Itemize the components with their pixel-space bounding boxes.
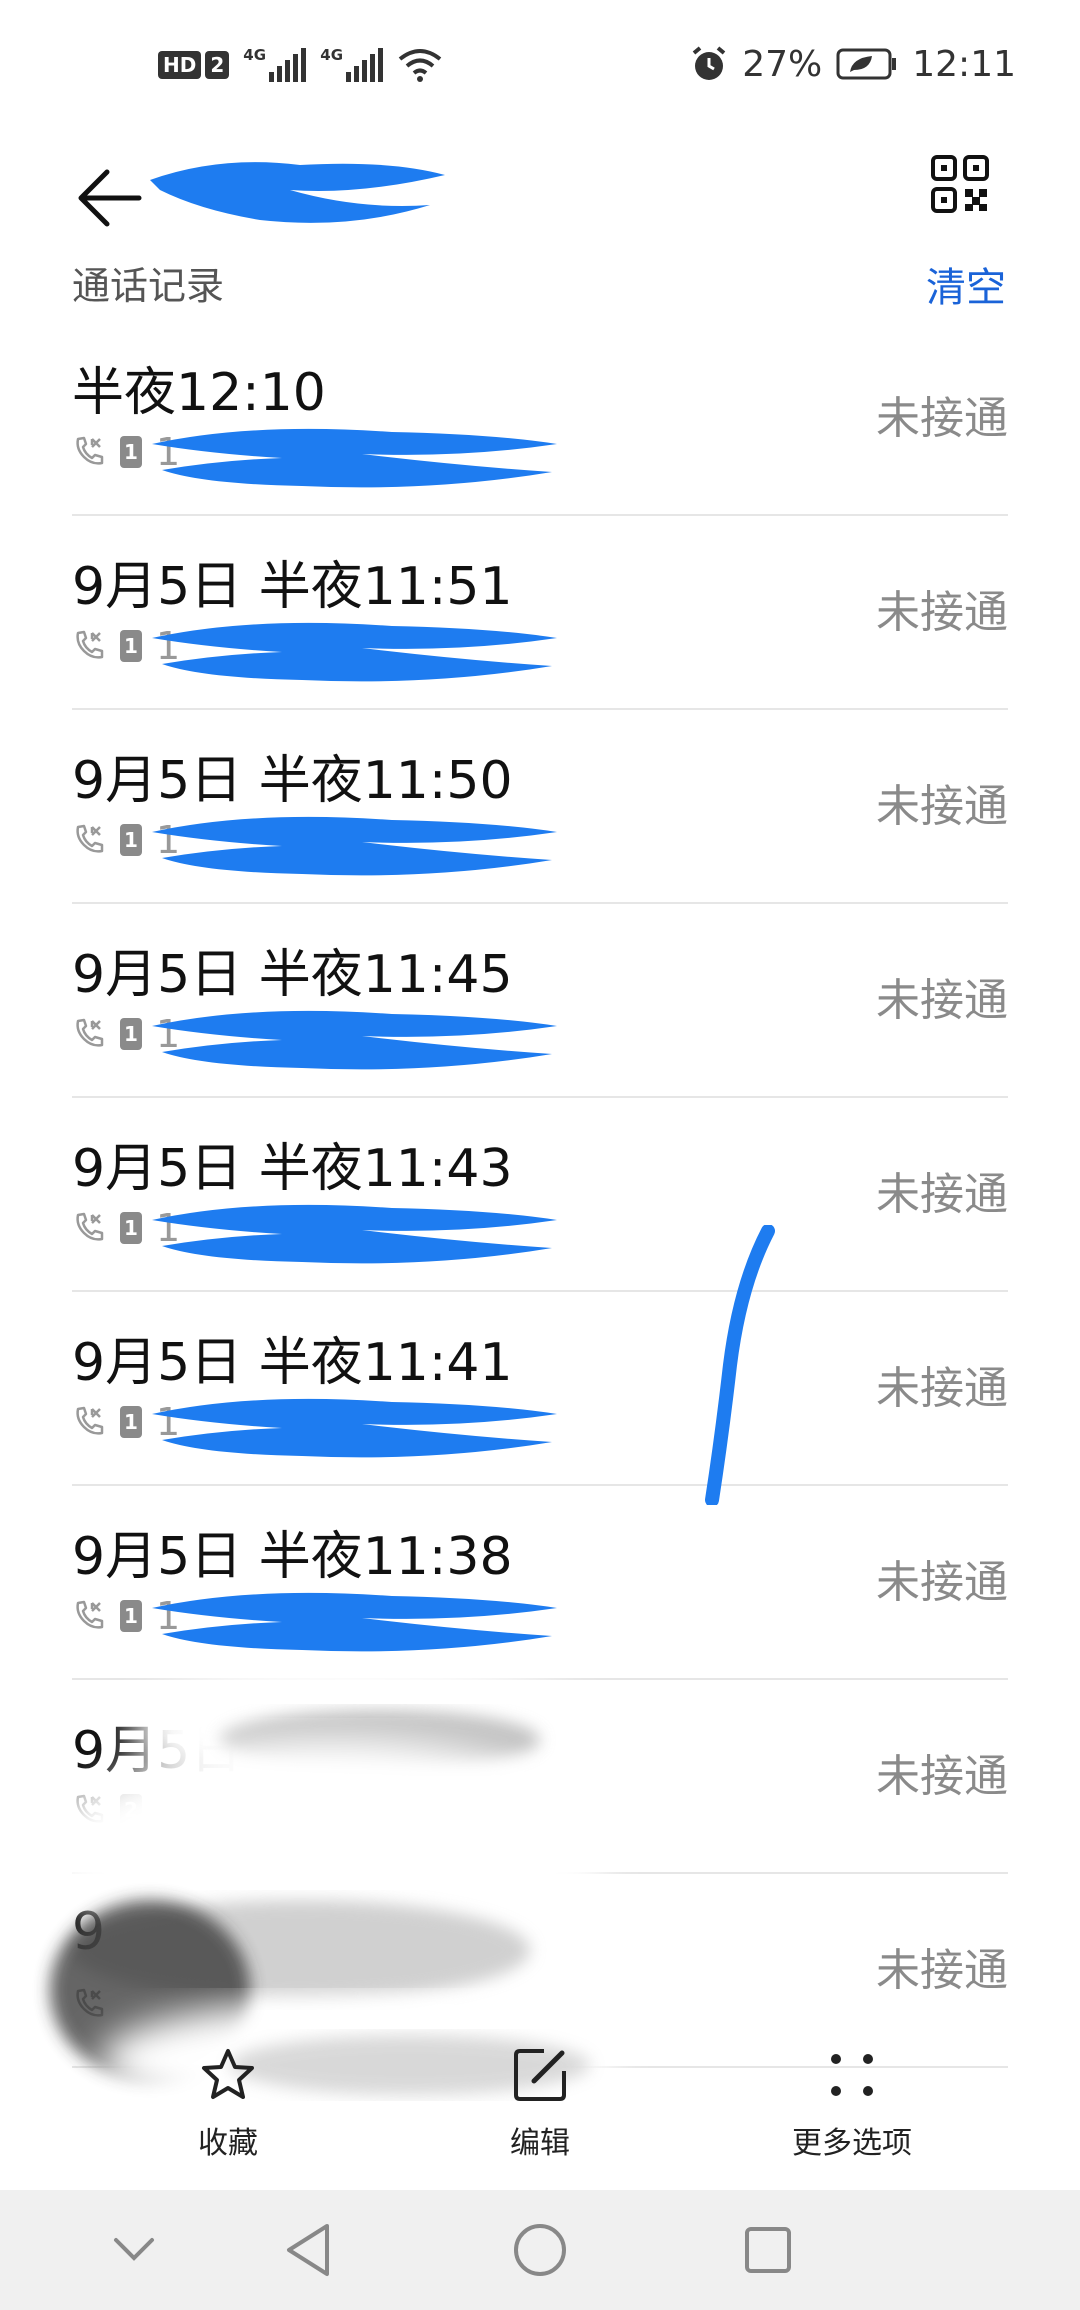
redaction-scribble: [152, 622, 557, 682]
favorite-label: 收藏: [198, 2126, 258, 2161]
network-type-2: 4G: [320, 46, 344, 64]
signal-icon: 4G: [243, 46, 307, 82]
hd-badge: HD 2: [158, 51, 230, 79]
call-status: 未接通: [876, 1363, 1008, 1414]
section-header: 通话记录 清空: [0, 255, 1080, 315]
more-options-button[interactable]: 更多选项: [752, 2040, 952, 2162]
contact-name-redacted: [140, 150, 460, 250]
missed-call-icon: [76, 630, 104, 659]
hd-label: HD: [158, 51, 202, 79]
call-time: 9: [72, 1902, 106, 1962]
more-options-label: 更多选项: [792, 2126, 912, 2161]
nav-back-button[interactable]: [270, 2212, 346, 2288]
call-status: 未接通: [876, 975, 1008, 1026]
nav-collapse-button[interactable]: [96, 2212, 172, 2288]
system-nav-bar: [0, 2190, 1080, 2310]
call-meta: 2: [72, 1790, 156, 1830]
call-time: 9月5日: [72, 1721, 243, 1781]
call-status: 未接通: [876, 587, 1008, 638]
section-title: 通话记录: [72, 264, 225, 308]
missed-call-icon: [76, 1406, 104, 1435]
redaction-scribble: [152, 1592, 557, 1652]
star-icon: [193, 2040, 263, 2110]
call-log-row[interactable]: 9月5日 半夜11:45 1 1 未接通: [72, 904, 1008, 1098]
missed-call-icon: [76, 1988, 104, 2017]
status-right: 27% 12:11: [690, 36, 1016, 92]
call-status: 未接通: [876, 1169, 1008, 1220]
call-status: 未接通: [876, 1945, 1008, 1996]
qr-code-button[interactable]: [930, 154, 1010, 234]
missed-call-icon: [76, 1018, 104, 1047]
hd-sim: 2: [205, 51, 230, 79]
status-left: HD 2 4G 4G: [158, 40, 443, 90]
missed-call-icon: [76, 436, 104, 465]
call-log-row[interactable]: 9月5日 半夜11:51 1 1 未接通: [72, 516, 1008, 710]
qr-code-icon: [931, 155, 989, 213]
redaction-scribble: [152, 1204, 557, 1264]
call-status: 未接通: [876, 1557, 1008, 1608]
battery-percent: 27%: [742, 43, 823, 85]
status-bar: HD 2 4G 4G 27% 12:11: [0, 0, 1080, 130]
edit-icon: [505, 2040, 575, 2110]
circle-home-icon: [514, 2224, 566, 2276]
bottom-toolbar: 收藏 编辑 更多选项: [0, 2040, 1080, 2180]
chevron-down-icon: [114, 2238, 154, 2261]
redaction-scribble: [152, 428, 557, 488]
call-log-row[interactable]: 9月5日 半夜11:38 1 1 未接通: [72, 1486, 1008, 1680]
call-log-row[interactable]: 9月5日 2 未接通: [72, 1680, 1008, 1874]
call-log-row[interactable]: 9月5日 半夜11:41 1 1 未接通: [72, 1292, 1008, 1486]
missed-call-icon: [76, 1212, 104, 1241]
edit-button[interactable]: 编辑: [440, 2040, 640, 2162]
wifi-icon: [399, 49, 442, 82]
missed-call-icon: [76, 1794, 104, 1823]
network-type-1: 4G: [243, 46, 267, 64]
clear-button[interactable]: 清空: [926, 255, 1006, 313]
status-time: 12:11: [912, 43, 1016, 85]
nav-recents-button[interactable]: [730, 2212, 806, 2288]
nav-home-button[interactable]: [502, 2212, 578, 2288]
call-log-row[interactable]: 9月5日 半夜11:50 1 1 未接通: [72, 710, 1008, 904]
more-dots-icon: [817, 2040, 887, 2110]
call-log-row[interactable]: 9月5日 半夜11:43 1 1 未接通: [72, 1098, 1008, 1292]
alarm-icon: [692, 46, 726, 80]
call-log-list: 半夜12:10 1 1 未接通 9月5日 半夜11:51 1 1 未接通 9月5日 半夜11:5…: [0, 322, 1080, 2068]
call-status: 未接通: [876, 781, 1008, 832]
square-recents-icon: [745, 2227, 791, 2273]
back-button[interactable]: [70, 158, 150, 238]
triangle-back-icon: [287, 2224, 329, 2276]
redaction-scribble: [152, 1398, 557, 1458]
missed-call-icon: [76, 1600, 104, 1629]
app-header: [0, 140, 1080, 260]
redaction-scribble: [152, 1010, 557, 1070]
signal-icon: 4G: [320, 46, 384, 82]
sim-card-badge: 2: [120, 1794, 142, 1826]
missed-call-icon: [76, 824, 104, 853]
call-status: 未接通: [876, 393, 1008, 444]
call-meta: [72, 1984, 120, 2024]
redaction-scribble: [150, 162, 445, 223]
call-log-row[interactable]: 9 未接通: [72, 1874, 1008, 2068]
battery-icon: [836, 48, 897, 80]
call-log-row[interactable]: 半夜12:10 1 1 未接通: [72, 322, 1008, 516]
edit-label: 编辑: [510, 2126, 570, 2161]
redaction-scribble: [152, 816, 557, 876]
back-arrow-icon: [78, 169, 142, 227]
call-status: 未接通: [876, 1751, 1008, 1802]
favorite-button[interactable]: 收藏: [128, 2040, 328, 2162]
